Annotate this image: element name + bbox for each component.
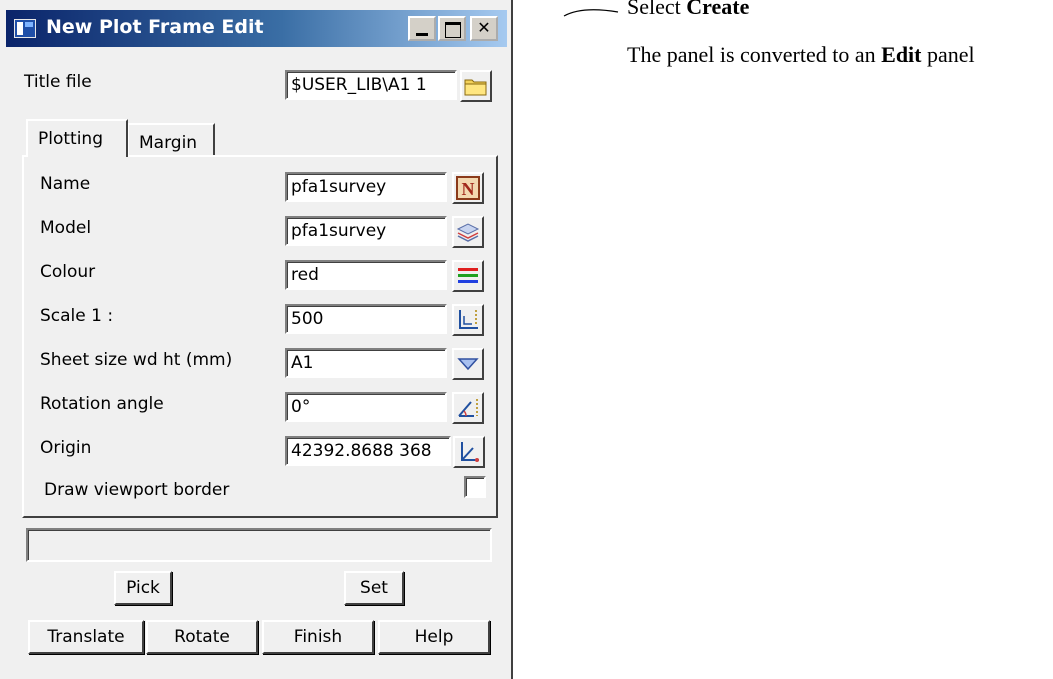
svg-text:N: N	[462, 179, 475, 199]
tab-plotting-label: Plotting	[38, 129, 103, 149]
close-icon: ✕	[477, 18, 491, 37]
name-label: Name	[40, 174, 91, 194]
origin-label: Origin	[40, 438, 92, 458]
pick-button[interactable]: Pick	[114, 571, 172, 605]
model-input[interactable]: pfa1survey	[285, 216, 447, 246]
model-picker-button[interactable]	[452, 216, 484, 248]
scale-icon	[459, 310, 478, 329]
title-file-input[interactable]: $USER_LIB\A1 1	[285, 70, 457, 100]
desc-prefix-text: The panel is converted to an	[627, 42, 882, 67]
colour-input[interactable]: red	[285, 260, 447, 290]
tab-margin[interactable]: Margin	[127, 123, 215, 157]
scale-input[interactable]: 500	[285, 304, 447, 334]
select-create-note: Select Create	[627, 0, 749, 20]
desc-suffix-text: panel	[921, 42, 975, 67]
status-bar	[26, 528, 492, 562]
finish-button[interactable]: Finish	[262, 620, 374, 654]
window-title: New Plot Frame Edit	[46, 16, 264, 38]
minimize-button[interactable]	[408, 16, 436, 41]
rotation-label: Rotation angle	[40, 394, 164, 414]
layers-icon	[456, 223, 480, 242]
maximize-button[interactable]	[438, 16, 466, 41]
name-picker-button[interactable]: N	[452, 172, 484, 204]
colour-label: Colour	[40, 262, 96, 282]
title-file-label: Title file	[24, 72, 92, 92]
rotation-picker-button[interactable]	[452, 392, 484, 424]
sheet-size-label: Sheet size wd ht (mm)	[40, 350, 233, 370]
origin-input[interactable]: 42392.8688 368	[285, 436, 451, 466]
maximize-icon	[445, 22, 461, 38]
angle-icon	[458, 399, 478, 417]
chevron-down-icon	[457, 358, 479, 371]
rotate-button[interactable]: Rotate	[146, 620, 258, 654]
sheet-size-input[interactable]: A1	[285, 348, 447, 378]
select-text: Select	[627, 0, 687, 19]
rotation-input[interactable]: 0°	[285, 392, 447, 422]
origin-picker-button[interactable]	[453, 436, 485, 468]
translate-button[interactable]: Translate	[28, 620, 144, 654]
create-text: Create	[686, 0, 750, 19]
help-button[interactable]: Help	[378, 620, 490, 654]
axes-icon	[461, 442, 479, 462]
callout-line	[563, 9, 619, 17]
minimize-icon	[416, 33, 428, 36]
name-input[interactable]: pfa1survey	[285, 172, 447, 202]
plot-frame-dialog: New Plot Frame Edit ✕ Title file $USER_L…	[0, 0, 513, 679]
draw-border-checkbox[interactable]	[464, 476, 486, 498]
edit-text: Edit	[881, 42, 922, 67]
sheet-size-dropdown-button[interactable]	[452, 348, 484, 380]
colour-bars-icon	[458, 268, 478, 283]
app-icon	[14, 19, 36, 38]
colour-picker-button[interactable]	[452, 260, 484, 292]
scale-picker-button[interactable]	[452, 304, 484, 336]
set-button[interactable]: Set	[344, 571, 404, 605]
edit-panel-note: The panel is converted to an Edit panel	[627, 42, 975, 68]
browse-folder-button[interactable]	[460, 70, 492, 102]
folder-icon	[464, 79, 487, 96]
tab-plotting[interactable]: Plotting	[26, 119, 128, 157]
title-bar[interactable]: New Plot Frame Edit ✕	[6, 10, 507, 47]
draw-border-label: Draw viewport border	[44, 480, 230, 500]
scale-label: Scale 1 :	[40, 306, 114, 326]
model-label: Model	[40, 218, 92, 238]
name-icon: N	[456, 176, 480, 200]
close-button[interactable]: ✕	[470, 16, 498, 41]
tab-margin-label: Margin	[139, 133, 198, 153]
